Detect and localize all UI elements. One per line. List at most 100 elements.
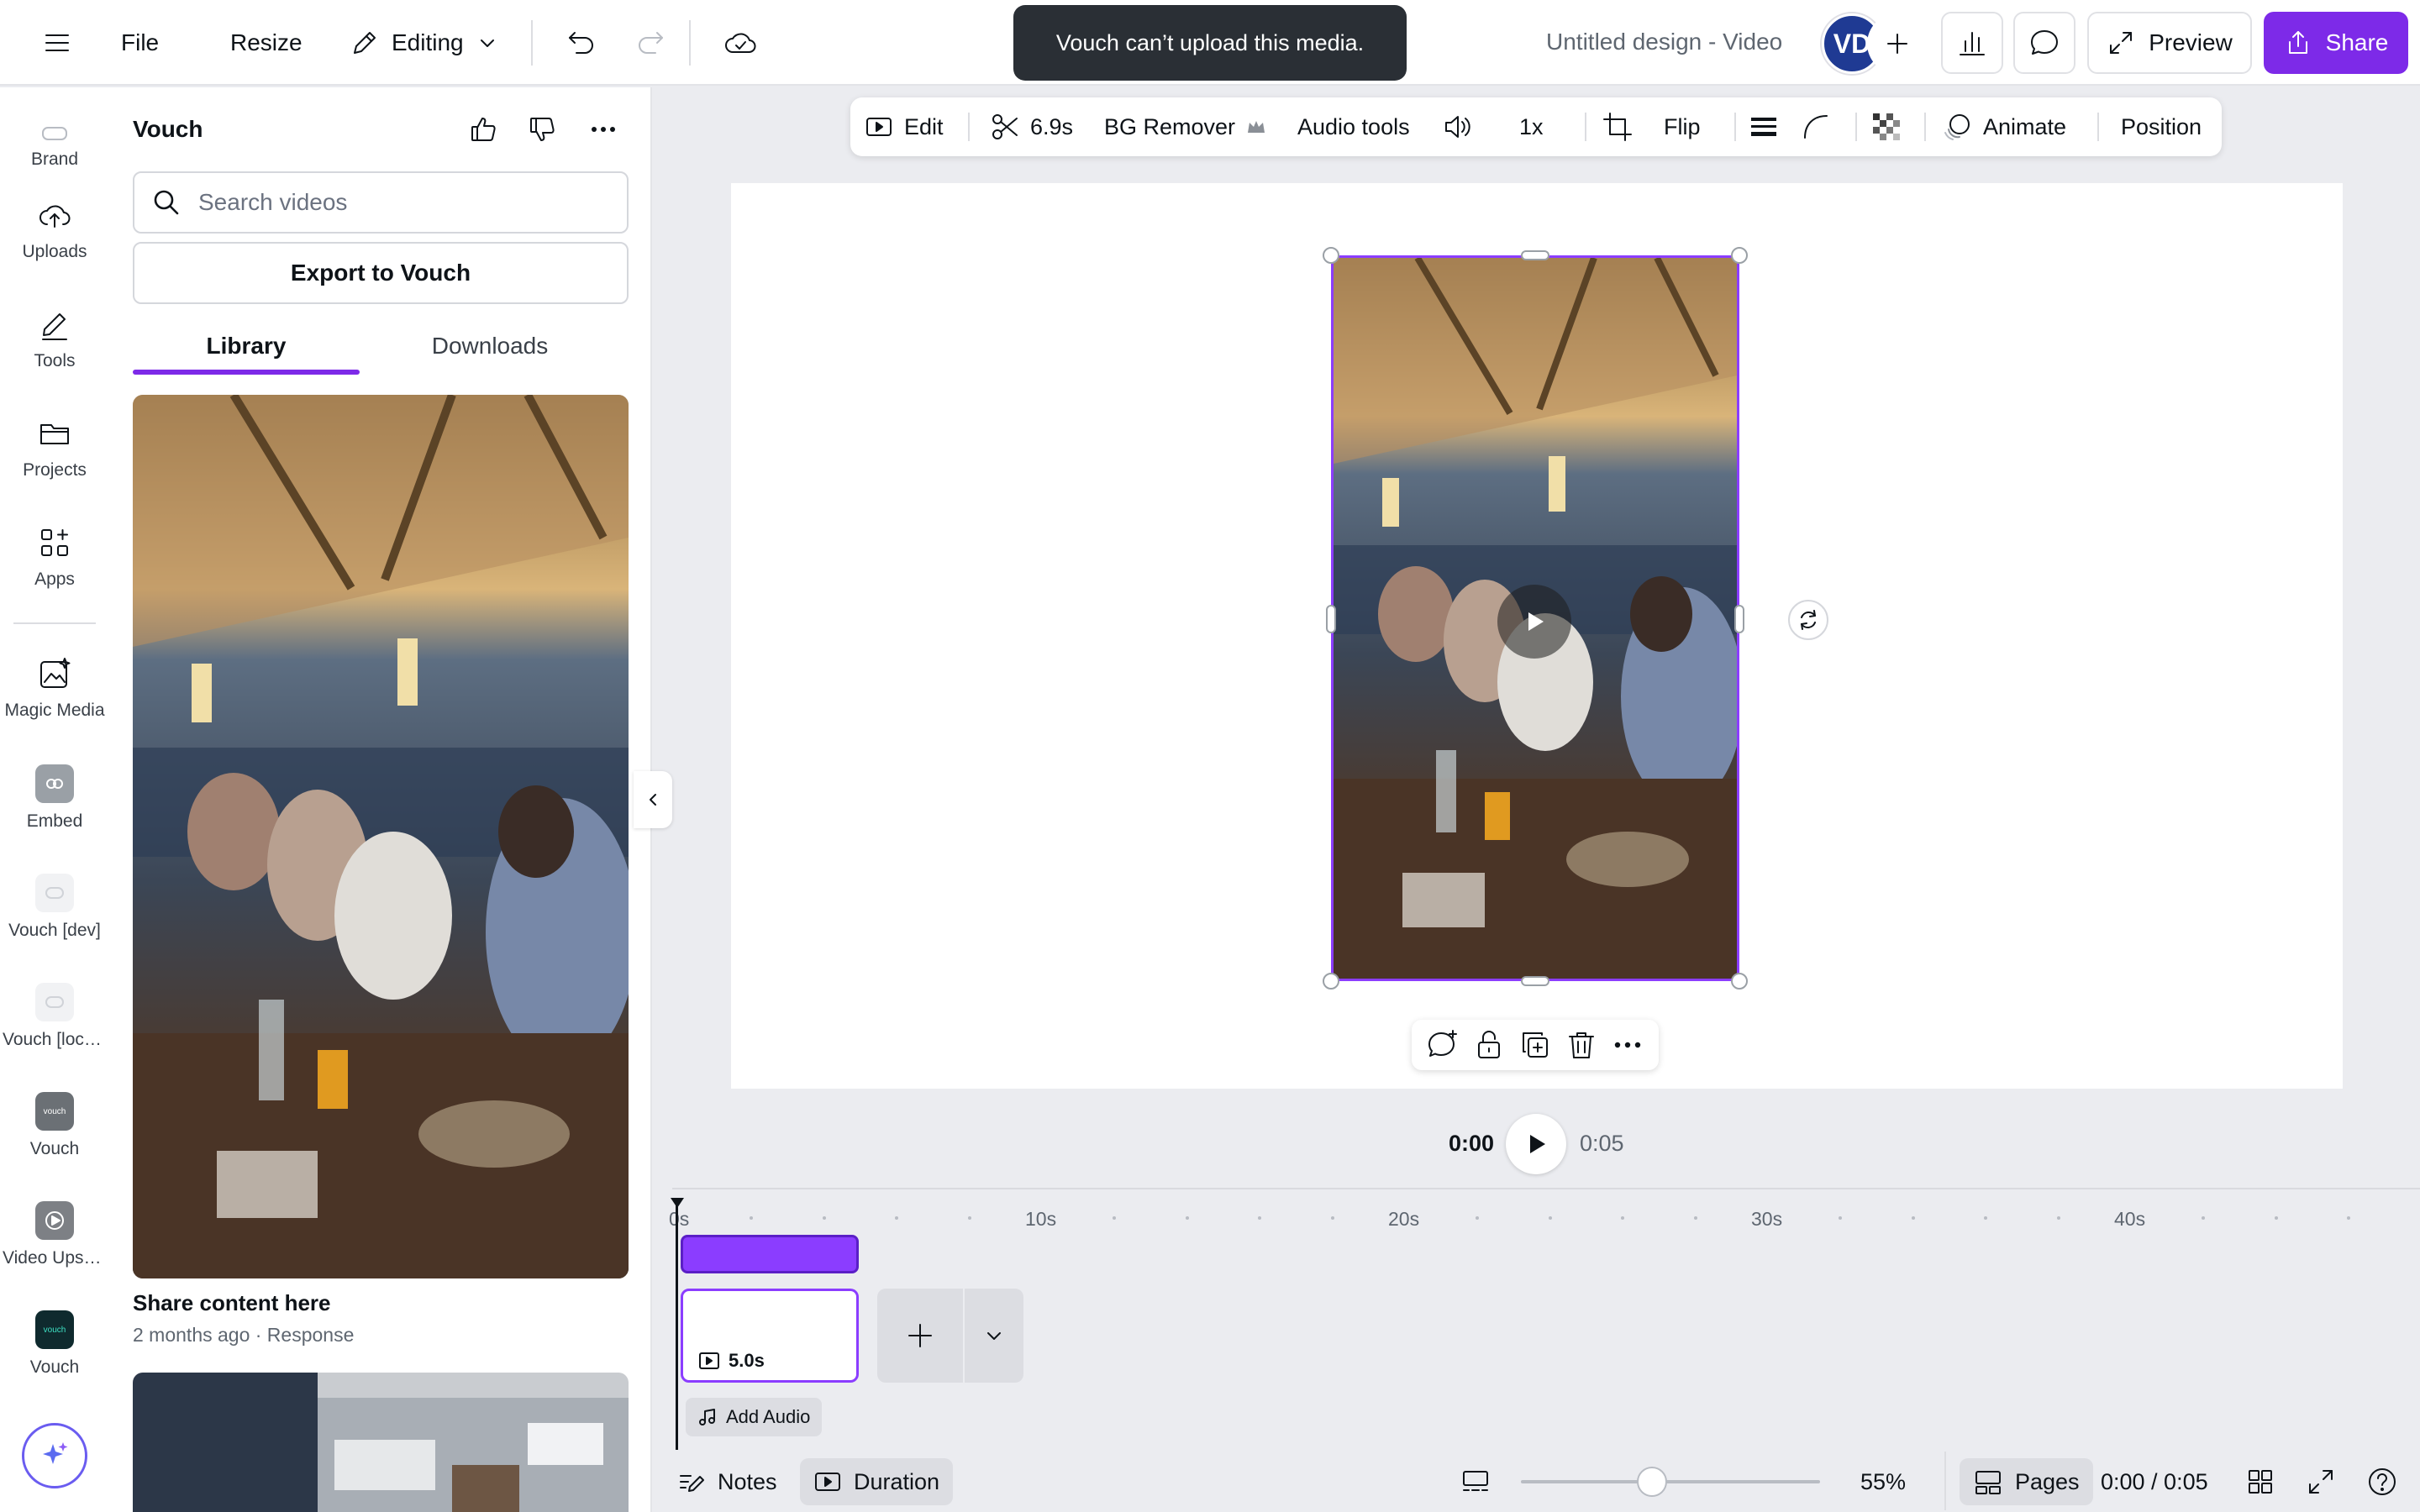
chevron-down-icon	[480, 39, 494, 47]
more-options-button[interactable]	[585, 111, 622, 148]
expand-icon	[2110, 32, 2133, 54]
add-comment-icon[interactable]	[1426, 1028, 1460, 1062]
undo-button[interactable]	[553, 17, 610, 69]
audio-track-clip[interactable]	[681, 1235, 859, 1273]
rail-item-projects[interactable]: Projects	[0, 415, 109, 516]
duration-button[interactable]: Duration	[800, 1458, 954, 1505]
playhead[interactable]	[676, 1198, 678, 1450]
video-thumbnail[interactable]	[133, 395, 629, 1278]
border-style-button[interactable]	[1748, 97, 1780, 156]
duplicate-icon[interactable]	[1518, 1028, 1552, 1062]
zoom-slider-thumb[interactable]	[1637, 1467, 1667, 1497]
export-to-vouch-button[interactable]: Export to Vouch	[133, 242, 629, 304]
fullscreen-icon	[2309, 1470, 2333, 1494]
flip-button[interactable]: Flip	[1664, 97, 1701, 156]
toolbar-divider	[1855, 113, 1857, 141]
border-lines-icon	[1751, 118, 1776, 136]
notes-button[interactable]: Notes	[677, 1458, 777, 1505]
bg-remover-button[interactable]: BG Remover	[1104, 97, 1267, 156]
tab-downloads[interactable]: Downloads	[376, 333, 603, 373]
rail-item-embed[interactable]: Embed	[0, 764, 109, 865]
share-upload-icon	[2288, 31, 2307, 54]
file-menu-button[interactable]: File	[109, 17, 171, 69]
pages-button[interactable]: Pages	[1960, 1458, 2093, 1505]
save-status-button[interactable]	[711, 17, 770, 69]
video-play-button[interactable]	[1497, 585, 1571, 659]
collapse-panel-button[interactable]	[634, 771, 672, 828]
timeline-play-button[interactable]	[1506, 1114, 1566, 1174]
resize-handle-bottom-left[interactable]	[1323, 973, 1339, 990]
main-menu-button[interactable]	[30, 17, 84, 69]
corner-rounding-button[interactable]	[1800, 97, 1832, 156]
transparency-button[interactable]	[1870, 97, 1902, 156]
rail-item-tools[interactable]: Tools	[0, 306, 109, 407]
resize-handle-right[interactable]	[1734, 605, 1744, 633]
zoom-slider-track[interactable]	[1521, 1480, 1820, 1483]
fullscreen-button[interactable]	[2306, 1458, 2336, 1505]
help-icon	[2369, 1468, 2396, 1495]
second-video-image	[133, 1373, 629, 1512]
brand-icon	[42, 127, 67, 140]
video-thumbnail[interactable]	[133, 1373, 629, 1512]
add-page-options-button[interactable]	[965, 1289, 1023, 1383]
more-horizontal-icon[interactable]	[1611, 1028, 1644, 1062]
crop-button[interactable]	[1602, 97, 1634, 156]
redo-button[interactable]	[622, 17, 679, 69]
search-field[interactable]	[133, 171, 629, 234]
zoom-level[interactable]: 55%	[1860, 1458, 1906, 1505]
invite-button[interactable]	[1867, 13, 1928, 74]
rail-item-vouch-local[interactable]: Vouch [loca...	[0, 983, 109, 1084]
insights-button[interactable]	[1941, 12, 2003, 74]
vouch-icon: vouch	[35, 1092, 74, 1131]
rail-item-uploads[interactable]: Uploads	[0, 197, 109, 297]
search-input[interactable]	[198, 189, 618, 216]
resize-handle-top-left[interactable]	[1323, 247, 1339, 264]
chevron-down-icon	[987, 1332, 1001, 1340]
rail-item-brand[interactable]: Brand	[0, 99, 109, 170]
toolbar-divider	[1944, 1452, 1946, 1510]
resize-button[interactable]: Resize	[218, 17, 314, 69]
tab-library[interactable]: Library	[133, 333, 360, 373]
rail-item-video-upscale[interactable]: Video Upsc...	[0, 1201, 109, 1302]
pages-icon	[1975, 1471, 2001, 1494]
position-button[interactable]: Position	[2121, 97, 2202, 156]
rail-item-magic-media[interactable]: Magic Media	[0, 655, 109, 756]
comments-button[interactable]	[2013, 12, 2075, 74]
help-button[interactable]	[2366, 1458, 2398, 1505]
design-title[interactable]: Untitled design - Video	[1546, 29, 1782, 55]
resize-handle-top-right[interactable]	[1731, 247, 1748, 264]
add-page-button[interactable]	[877, 1289, 963, 1383]
trim-button[interactable]: 6.9s	[990, 97, 1073, 156]
rail-item-vouch[interactable]: vouch Vouch	[0, 1092, 109, 1193]
grid-view-button[interactable]	[2245, 1458, 2275, 1505]
thumbs-up-button[interactable]	[466, 111, 502, 148]
add-audio-button[interactable]: Add Audio	[686, 1398, 823, 1436]
resize-handle-top[interactable]	[1521, 250, 1549, 260]
folder-icon	[40, 424, 69, 444]
lock-icon[interactable]	[1472, 1028, 1506, 1062]
editing-mode-button[interactable]: Editing	[338, 17, 511, 69]
thumbs-down-button[interactable]	[524, 111, 561, 148]
restaurant-video-image	[133, 395, 629, 1278]
timeline-page-clip[interactable]: 5.0s	[681, 1289, 859, 1383]
playhead-marker-icon[interactable]	[669, 1196, 686, 1210]
ruler-tick	[1476, 1216, 1480, 1220]
resize-handle-left[interactable]	[1326, 605, 1336, 633]
rail-item-vouch-app[interactable]: vouch Vouch	[0, 1310, 109, 1411]
page-view-button[interactable]	[1460, 1458, 1491, 1505]
share-label: Share	[2325, 29, 2389, 55]
resize-handle-bottom-right[interactable]	[1731, 973, 1748, 990]
rail-item-apps[interactable]: Apps	[0, 524, 109, 625]
playback-speed-button[interactable]: 1x	[1519, 97, 1544, 156]
rotate-handle[interactable]	[1788, 600, 1828, 640]
animate-button[interactable]: Animate	[1941, 97, 2066, 156]
volume-button[interactable]	[1442, 97, 1474, 156]
trash-icon[interactable]	[1565, 1028, 1598, 1062]
audio-tools-button[interactable]: Audio tools	[1297, 97, 1410, 156]
preview-button[interactable]: Preview	[2087, 12, 2252, 74]
magic-assistant-button[interactable]	[22, 1423, 87, 1488]
share-button[interactable]: Share	[2264, 12, 2408, 74]
resize-handle-bottom[interactable]	[1521, 976, 1549, 986]
rail-item-vouch-dev[interactable]: Vouch [dev]	[0, 874, 109, 974]
edit-video-button[interactable]: Edit	[864, 97, 944, 156]
